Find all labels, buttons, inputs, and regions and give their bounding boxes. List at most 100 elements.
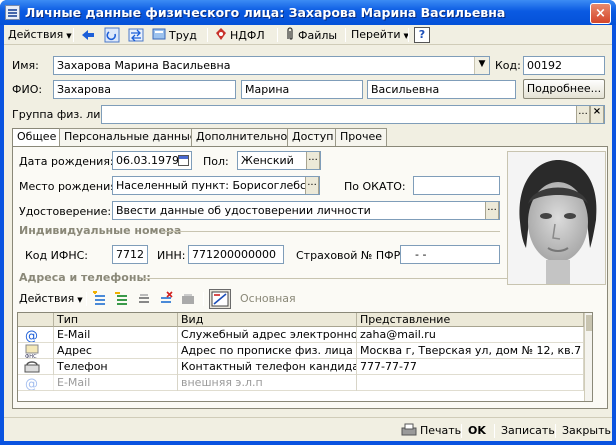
name-field[interactable]: Захарова Марина Васильевна ▼ <box>53 56 490 75</box>
tab-additional[interactable]: Дополнительно <box>191 128 293 146</box>
sex-field[interactable]: Женский... <box>237 151 321 170</box>
save-button[interactable]: Записать <box>501 422 555 440</box>
inn-field[interactable]: 771200000000 <box>188 245 284 264</box>
window-title: Личные данные физического лица: Захарова… <box>25 5 506 20</box>
labor-button[interactable]: Труд <box>151 26 197 44</box>
actions-menu[interactable]: Действия ▼ <box>8 26 72 44</box>
clear-x-icon[interactable]: × <box>590 106 604 123</box>
row-type-cell: E-Mail <box>54 375 178 391</box>
sex-value: Женский <box>241 154 294 167</box>
group-field[interactable]: ... × <box>101 105 605 124</box>
address-icon: ФНС <box>18 343 54 359</box>
id-field[interactable]: Ввести данные об удостоверении личности.… <box>112 201 500 220</box>
pfr-label: Страховой № ПФР: <box>296 249 404 262</box>
birth-date-field[interactable]: 06.03.1979 <box>112 151 192 170</box>
select-dots-button[interactable]: ... <box>485 202 499 219</box>
code-field[interactable]: 00192 <box>523 56 605 75</box>
actions-menu-label: Действия <box>8 28 64 41</box>
last-name-field[interactable]: Захарова <box>53 80 236 99</box>
set-main-icon[interactable] <box>209 289 231 309</box>
tab-other[interactable]: Прочее <box>335 128 388 146</box>
close-button[interactable]: Закрыть <box>562 422 611 440</box>
ok-button[interactable]: OK <box>468 422 486 440</box>
back-arrow-icon[interactable] <box>80 26 98 44</box>
row-value-cell: zaha@mail.ru <box>357 327 584 343</box>
email-icon: @ <box>18 375 54 391</box>
table-row[interactable]: @ E-MailСлужебный адрес электронной ...za… <box>18 327 584 343</box>
ifns-label: Код ИФНС: <box>25 249 88 262</box>
title-bar[interactable]: Личные данные физического лица: Захарова… <box>0 0 616 25</box>
toolbar-separator <box>555 424 556 438</box>
tab-general[interactable]: Общее <box>12 128 62 147</box>
chevron-down-icon[interactable]: ▼ <box>474 57 489 74</box>
refresh-icon[interactable] <box>104 26 122 44</box>
row-kind-cell: внешняя э.л.п <box>178 375 357 391</box>
toolbar-separator <box>408 28 409 42</box>
row-value-cell: Москва г, Тверская ул, дом № 12, кв.7 <box>357 343 584 359</box>
edit-row-icon[interactable] <box>136 290 154 308</box>
end-edit-icon[interactable] <box>180 290 198 308</box>
row-value-cell: 777-77-77 <box>357 359 584 375</box>
code-label: Код: <box>495 59 521 72</box>
labor-label: Труд <box>169 29 197 42</box>
toolbar-separator <box>86 292 87 306</box>
print-button[interactable]: Печать <box>400 422 461 440</box>
okato-field[interactable] <box>413 176 500 195</box>
table-header-kind[interactable]: Вид <box>178 313 357 327</box>
main-button[interactable]: Основная <box>240 290 296 308</box>
table-row[interactable]: @ E-Mail внешняя э.л.п <box>18 375 584 391</box>
section-divider <box>165 231 500 232</box>
table-header-type[interactable]: Тип <box>54 313 178 327</box>
window: Личные данные физического лица: Захарова… <box>0 0 616 445</box>
select-dots-button[interactable]: ... <box>576 106 590 123</box>
scrollbar-thumb[interactable] <box>586 315 592 331</box>
name-label: Имя: <box>12 59 39 72</box>
table-header-value[interactable]: Представление <box>357 313 584 327</box>
middle-name-field[interactable]: Васильевна <box>367 80 516 99</box>
copy-row-icon[interactable] <box>114 290 132 308</box>
email-icon: @ <box>18 327 54 343</box>
ifns-field[interactable]: 7712 <box>112 245 148 264</box>
close-window-button[interactable]: × <box>590 3 611 24</box>
id-numbers-section-title: Индивидуальные номера <box>19 224 182 237</box>
toolbar-separator <box>345 28 346 42</box>
birthplace-field[interactable]: Населенный пункт: Борисоглебск, обла... <box>112 176 320 195</box>
birthplace-value: Населенный пункт: Борисоглебск, обла <box>116 179 319 192</box>
calendar-icon[interactable] <box>178 155 189 166</box>
goto-menu[interactable]: Перейти ▼ <box>351 26 409 44</box>
id-value: Ввести данные об удостоверении личности <box>116 204 371 217</box>
row-type-cell: Телефон <box>54 359 178 375</box>
select-dots-button[interactable]: ... <box>305 177 319 194</box>
first-name-field[interactable]: Марина <box>241 80 363 99</box>
form-client-area: Действия ▼ Труд НДФЛ Файлы Перейти ▼ ? Имя… <box>4 25 612 441</box>
toolbar-separator <box>461 424 462 438</box>
help-button[interactable]: ? <box>414 27 430 43</box>
table-row[interactable]: Телефон Контактный телефон кандидата 777-7… <box>18 359 584 375</box>
row-kind-cell: Контактный телефон кандидата <box>178 359 357 375</box>
group-label: Группа физ. лиц: <box>12 108 112 121</box>
tab-personal-data[interactable]: Персональные данные <box>59 128 202 146</box>
tab-access[interactable]: Доступ <box>287 128 339 146</box>
delete-row-icon[interactable] <box>158 290 176 308</box>
table-row[interactable]: ФНС Адрес Адрес по прописке физ. лица Москв… <box>18 343 584 359</box>
swap-icon[interactable] <box>128 26 146 44</box>
select-dots-button[interactable]: ... <box>306 152 320 169</box>
files-label: Файлы <box>298 29 338 42</box>
table-scrollbar[interactable] <box>584 313 592 401</box>
command-bar: Печать OK Записать Закрыть <box>4 417 612 441</box>
ndfl-button[interactable]: НДФЛ <box>214 26 265 44</box>
toolbar: Действия ▼ Труд НДФЛ Файлы Перейти ▼ ? <box>4 25 612 45</box>
chevron-down-icon: ▼ <box>77 296 83 304</box>
add-row-icon[interactable] <box>92 290 110 308</box>
fio-label: ФИО: <box>12 83 43 96</box>
pfr-field[interactable]: - - <box>400 245 500 264</box>
contacts-table[interactable]: Тип Вид Представление @ E-Mail Служебный а… <box>17 312 593 402</box>
files-button[interactable]: Файлы <box>284 26 337 44</box>
svg-text:ФНС: ФНС <box>25 354 37 358</box>
ndfl-label: НДФЛ <box>230 29 265 42</box>
details-button[interactable]: Подробнее... <box>523 79 605 99</box>
phone-icon <box>18 359 54 375</box>
contacts-actions-menu[interactable]: Действия ▼ <box>19 290 83 308</box>
sex-label: Пол: <box>203 155 229 168</box>
person-photo[interactable] <box>507 151 606 285</box>
